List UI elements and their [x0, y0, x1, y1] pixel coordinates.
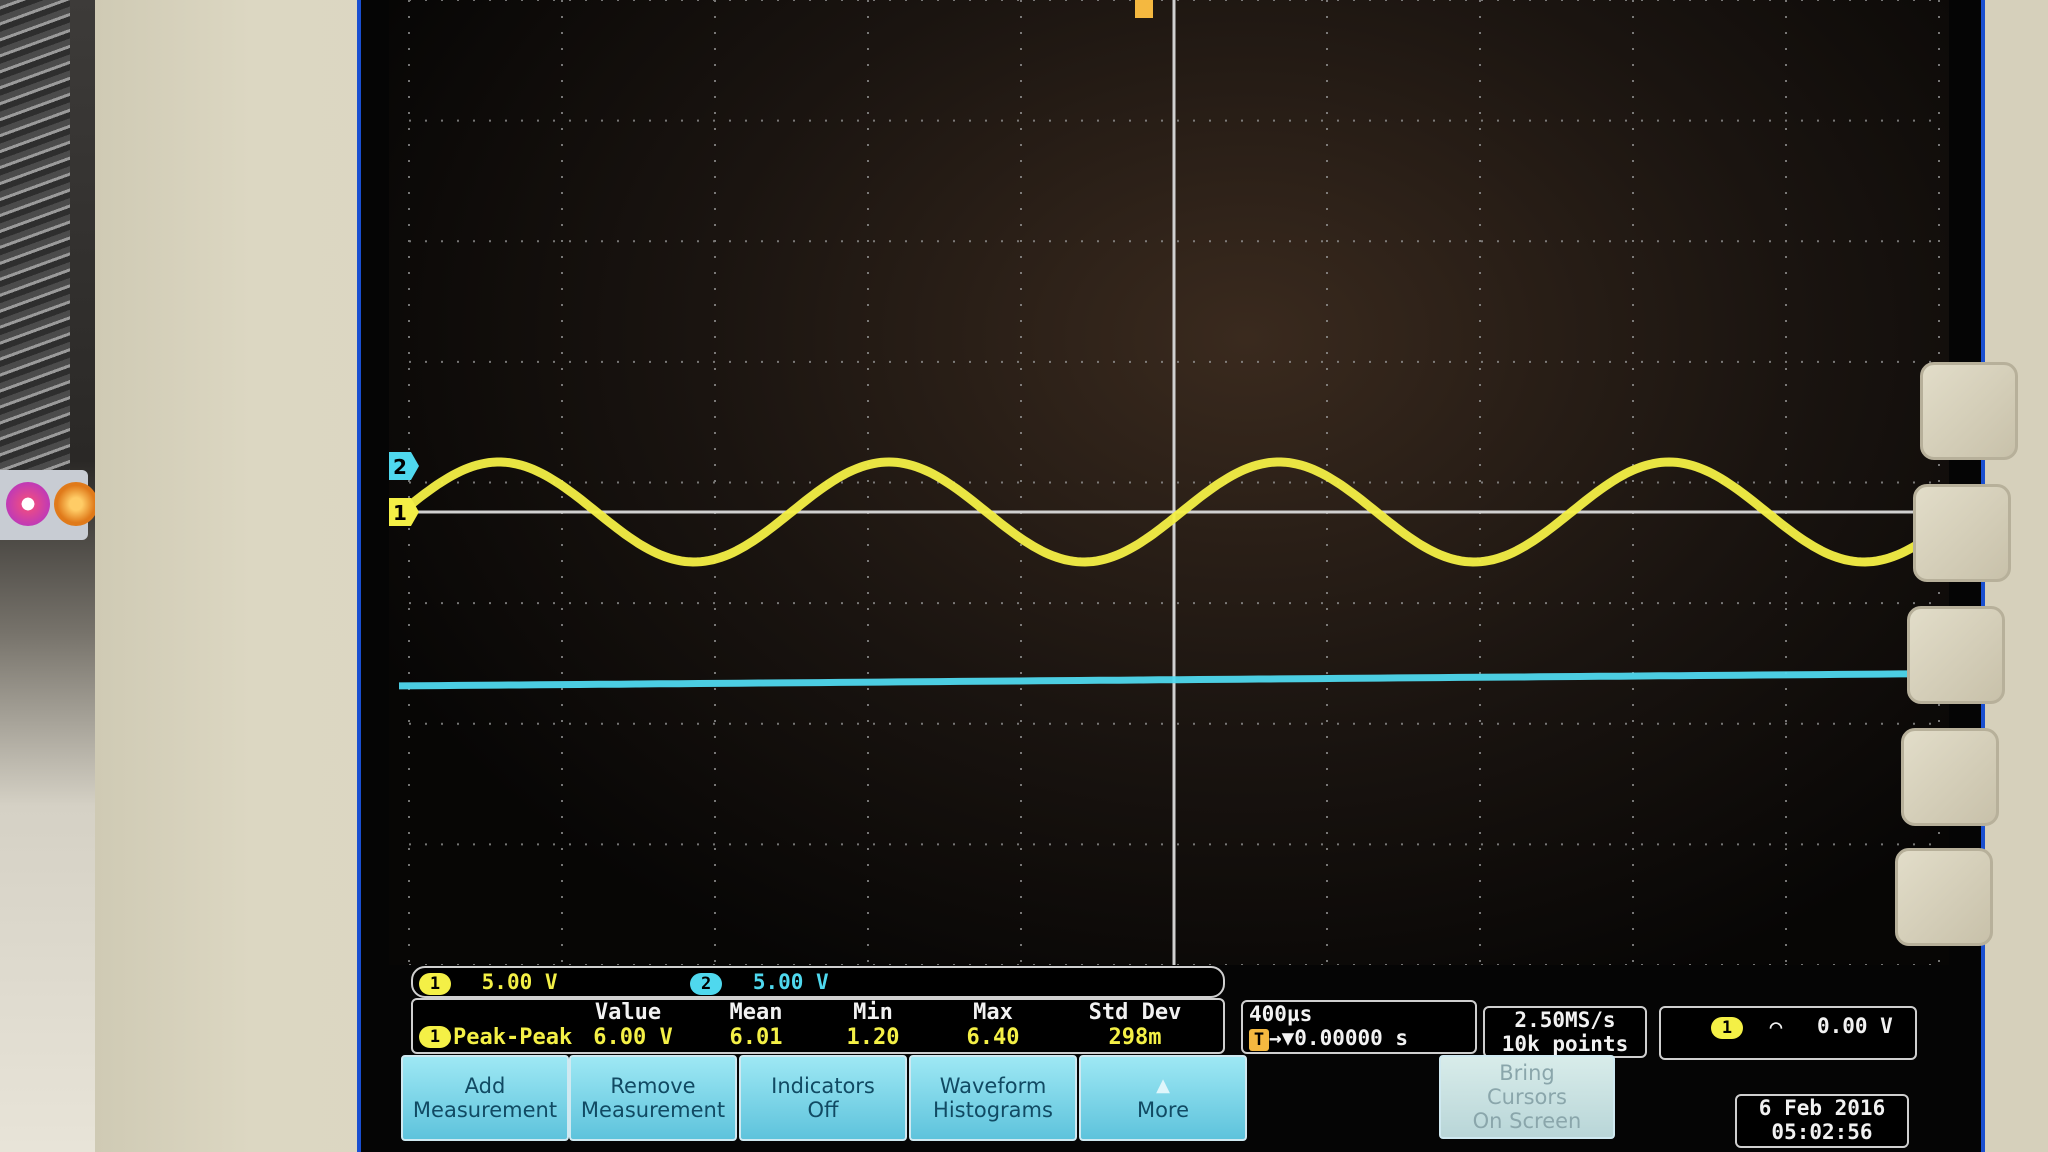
measurement-min: 1.20 [846, 1025, 900, 1050]
measurement-name: Peak-Peak [453, 1025, 573, 1050]
ch1-scale[interactable]: 5.00 V [482, 970, 558, 994]
side-menu-button-4[interactable] [1901, 728, 1999, 826]
side-menu-button-3[interactable] [1907, 606, 2005, 704]
indicators-button[interactable]: Indicators Off [739, 1055, 907, 1141]
acquisition-panel[interactable]: 2.50MS/s 10k points [1483, 1006, 1647, 1058]
bring-cursors-line2: Cursors [1487, 1085, 1567, 1109]
bring-cursors-on-screen-button[interactable]: Bring Cursors On Screen [1439, 1055, 1615, 1139]
center-axes [409, 0, 1939, 965]
ch2-marker-label: 2 [393, 455, 407, 479]
side-menu-button-5[interactable] [1895, 848, 1993, 946]
measurement-header-mean: Mean [729, 1000, 783, 1025]
ch1-marker-label: 1 [393, 501, 407, 525]
measurement-header-min: Min [853, 1000, 893, 1025]
waveform-histograms-line1: Waveform [939, 1074, 1047, 1098]
side-menu-button-1[interactable] [1920, 362, 2018, 460]
measurement-value: 6.00 V [593, 1025, 673, 1050]
oscilloscope-display: 2 1 1 5.00 V 2 5.00 V Value Mean Min Max… [357, 0, 1985, 1152]
waveform-histograms-button[interactable]: Waveform Histograms [909, 1055, 1077, 1141]
trigger-level: 0.00 V [1816, 1014, 1893, 1038]
measurement-mean: 6.01 [729, 1025, 783, 1050]
music-app-icon [6, 482, 50, 526]
measurement-channel-badge: 1 [419, 1026, 451, 1048]
bring-cursors-line1: Bring [1499, 1061, 1555, 1085]
measurement-max: 6.40 [966, 1025, 1020, 1050]
measurement-header-stddev: Std Dev [1088, 1000, 1182, 1025]
more-button[interactable]: ▲ More [1079, 1055, 1247, 1141]
more-label: More [1136, 1098, 1190, 1122]
datetime-panel: 6 Feb 2016 05:02:56 [1735, 1094, 1909, 1148]
trigger-panel[interactable]: 1 ⌒ 0.00 V [1659, 1006, 1917, 1060]
indicators-line2: Off [807, 1098, 839, 1122]
bring-cursors-line3: On Screen [1472, 1109, 1582, 1133]
ch2-scale[interactable]: 5.00 V [753, 970, 829, 994]
background-monitor-screen [0, 0, 70, 540]
ch2-badge: 2 [690, 973, 723, 995]
background-monitor [0, 0, 98, 1152]
measurement-header-value: Value [594, 1000, 662, 1025]
oscilloscope-bezel: 2 1 1 5.00 V 2 5.00 V Value Mean Min Max… [95, 0, 2048, 1152]
app-icon [54, 482, 98, 526]
add-measurement-line2: Measurement [412, 1098, 558, 1122]
add-measurement-line1: Add [464, 1074, 506, 1098]
timebase-panel[interactable]: 400µs T →▼0.00000 s [1241, 1000, 1477, 1054]
remove-measurement-button[interactable]: Remove Measurement [569, 1055, 737, 1141]
trigger-channel-badge: 1 [1711, 1017, 1743, 1039]
sample-rate: 2.50MS/s [1514, 1008, 1616, 1032]
date: 6 Feb 2016 [1758, 1096, 1886, 1120]
timebase-per-div: 400µs [1249, 1002, 1313, 1026]
trigger-position-marker [1135, 0, 1153, 18]
graticule: 2 1 [389, 0, 1949, 965]
trigger-position-row: T →▼0.00000 s [1249, 1026, 1475, 1051]
indicators-line1: Indicators [771, 1074, 875, 1098]
waveform-histograms-line2: Histograms [933, 1098, 1053, 1122]
trigger-position-value: →▼0.00000 s [1269, 1026, 1409, 1050]
more-up-arrow-icon: ▲ [1156, 1075, 1170, 1096]
photo-scene: 2 1 1 5.00 V 2 5.00 V Value Mean Min Max… [0, 0, 2048, 1152]
measurement-header-max: Max [973, 1000, 1013, 1025]
add-measurement-button[interactable]: Add Measurement [401, 1055, 569, 1141]
remove-measurement-line2: Measurement [580, 1098, 726, 1122]
trigger-slope-icon: ⌒ [1769, 1014, 1783, 1038]
ch2-trace [398, 670, 1940, 690]
measurement-panel: Value Mean Min Max Std Dev 1 Peak-Peak 6… [411, 998, 1225, 1054]
side-menu-button-2[interactable] [1913, 484, 2011, 582]
channel-scale-bar: 1 5.00 V 2 5.00 V [411, 966, 1225, 998]
graticule-svg: 2 1 [389, 0, 1949, 965]
record-length: 10k points [1501, 1032, 1629, 1056]
trigger-position-icon: T [1249, 1029, 1269, 1051]
ch1-badge: 1 [419, 973, 451, 995]
ch2-ground-marker: 2 [389, 452, 419, 480]
measurement-stddev: 298m [1108, 1025, 1162, 1050]
remove-measurement-line1: Remove [610, 1074, 696, 1098]
time: 05:02:56 [1771, 1120, 1873, 1144]
